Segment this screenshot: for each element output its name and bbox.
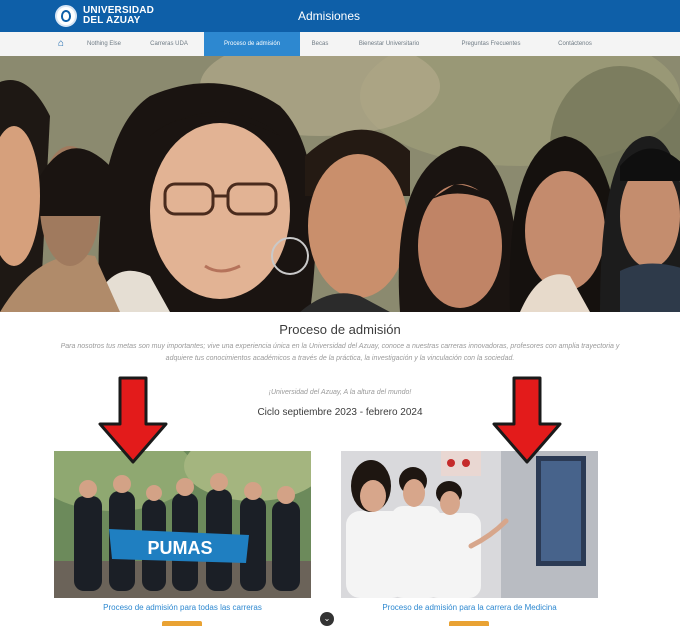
nav-item-contactenos[interactable]: Contáctenos [546,32,604,56]
top-bar: UNIVERSIDAD DEL AZUAY Admisiones [0,0,680,32]
scroll-down-icon[interactable]: ⌄ [320,612,334,626]
university-seal-icon [55,5,77,27]
students-group-photo: PUMAS [54,451,311,598]
nav-item-becas[interactable]: Becas [302,32,338,56]
medical-students-photo [341,451,598,598]
card-all-careers-link[interactable]: Proceso de admisión para todas las carre… [54,603,311,612]
pumas-banner-text: PUMAS [147,538,212,558]
card-accent-bar-left [162,621,202,626]
nav-item-proceso-admision[interactable]: Proceso de admisión [204,32,300,56]
card-medicine-link[interactable]: Proceso de admisión para la carrera de M… [341,603,598,612]
logo-text: UNIVERSIDAD DEL AZUAY [83,6,154,26]
home-icon[interactable]: ⌂ [55,38,67,50]
site-title[interactable]: Admisiones [298,9,360,23]
hero-photo-illustration [0,56,680,312]
main-nav: ⌂ Nothing Else Carreras UDA Proceso de a… [0,32,680,57]
nav-item-1[interactable]: Nothing Else [74,32,134,56]
card-all-careers-image[interactable]: PUMAS [54,451,311,598]
card-accent-bar-right [449,621,489,626]
nav-item-bienestar[interactable]: Bienestar Universitario [344,32,434,56]
intro-paragraph: Para nosotros tus metas son muy importan… [60,343,620,362]
red-arrow-right-icon [492,376,562,464]
nav-item-preguntas[interactable]: Preguntas Frecuentes [448,32,534,56]
card-medicine-image[interactable] [341,451,598,598]
nav-item-carreras[interactable]: Carreras UDA [138,32,200,56]
red-arrow-left-icon [98,376,168,464]
logo-line2: DEL AZUAY [83,15,141,26]
university-logo[interactable]: UNIVERSIDAD DEL AZUAY [55,4,154,28]
page-title: Proceso de admisión [279,322,401,337]
hero-image [0,56,680,312]
